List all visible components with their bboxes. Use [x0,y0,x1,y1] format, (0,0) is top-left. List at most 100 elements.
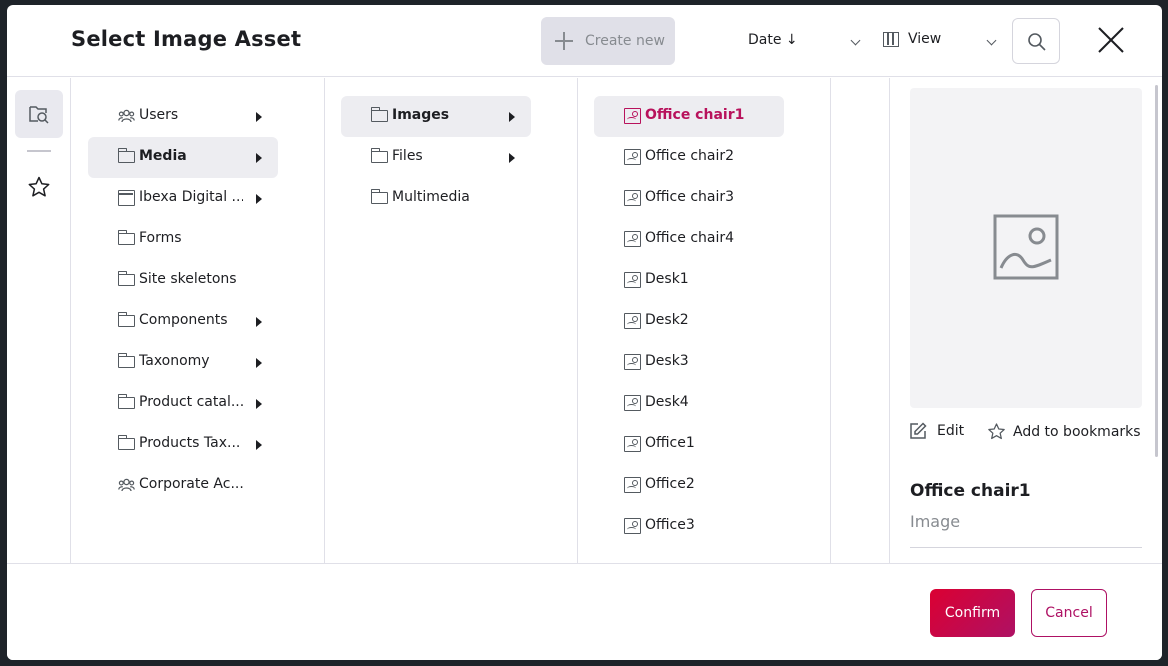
modal-footer: Confirm Cancel [7,563,1162,660]
image-icon [624,108,641,124]
side-rail [7,78,71,563]
view-dropdown[interactable]: View [883,31,941,47]
star-icon [988,423,1005,440]
caret-right-icon [256,399,262,409]
preview-item-name: Office chair1 [910,481,1031,501]
tree-item-label: Desk4 [645,394,689,410]
tree-item[interactable]: Product catal... [88,383,278,424]
search-icon [1028,33,1046,51]
tree-item[interactable]: Desk4 [594,383,784,424]
image-icon [624,395,641,411]
tree-item[interactable]: Products Tax... [88,424,278,465]
modal-header: Select Image Asset Create new Date ↓ Vie… [7,5,1162,77]
tree-item-label: Products Tax... [139,435,241,451]
site-icon [118,190,135,206]
tree-item[interactable]: Office chair2 [594,137,784,178]
add-to-bookmarks-label: Add to bookmarks [1013,423,1141,440]
tree-item-label: Users [139,107,179,123]
caret-right-icon [509,112,515,122]
tree-item[interactable]: Files [341,137,531,178]
chevron-down-icon[interactable] [986,35,997,46]
preview-divider [910,547,1142,548]
tree-item[interactable]: Forms [88,219,278,260]
sort-dropdown[interactable]: Date ↓ [748,32,798,48]
users-group-icon [118,477,135,493]
create-new-button[interactable]: Create new [541,17,675,65]
tree-item[interactable]: Desk1 [594,260,784,301]
chevron-down-icon[interactable] [850,35,861,46]
image-icon [624,477,641,493]
image-placeholder [910,88,1142,408]
cancel-button[interactable]: Cancel [1031,589,1107,637]
bookmarks-tab[interactable] [27,175,51,203]
search-button[interactable] [1012,18,1060,64]
tree-item-label: Corporate Ac... [139,476,243,492]
close-button[interactable] [1096,25,1126,55]
edit-button[interactable]: Edit [909,422,964,440]
tree-column-2: Images Files Multimedia [325,78,578,563]
preview-item-type: Image [910,512,961,531]
tree-item[interactable]: Office chair3 [594,178,784,219]
add-to-bookmarks-button[interactable]: Add to bookmarks [987,422,1141,441]
tree-item-label: Images [392,107,450,123]
create-new-label: Create new [585,33,665,49]
tree-item-label: Office chair3 [645,189,735,205]
browse-tab[interactable] [15,90,63,138]
tree-item-label: Office chair1 [645,107,745,123]
tree-item[interactable]: Taxonomy [88,342,278,383]
tree-item[interactable]: Media [88,137,278,178]
users-group-icon [118,108,135,124]
tree-item[interactable]: Office chair4 [594,219,784,260]
tree-item-label: Desk3 [645,353,689,369]
caret-right-icon [256,358,262,368]
image-icon [624,313,641,329]
search-browse-icon [29,106,49,124]
tree-item-label: Files [392,148,423,164]
tree-item[interactable]: Users [88,96,278,137]
folder-icon [117,353,135,368]
image-placeholder-icon [993,214,1059,280]
tree-item[interactable]: Site skeletons [88,260,278,301]
image-icon [624,231,641,247]
edit-icon [910,422,927,439]
star-icon [28,176,50,197]
caret-right-icon [256,153,262,163]
image-icon [624,190,641,206]
tree-item[interactable]: Desk3 [594,342,784,383]
columns-icon [883,31,899,47]
folder-icon [117,435,135,450]
folder-icon [117,230,135,245]
tree-item-label: Components [139,312,228,328]
tree-item[interactable]: Office3 [594,506,784,547]
image-icon [624,354,641,370]
caret-right-icon [256,112,262,122]
tree-item-label: Product catal... [139,394,243,410]
tree-item[interactable]: Ibexa Digital ... [88,178,278,219]
caret-right-icon [509,153,515,163]
tree-item[interactable]: Corporate Ac... [88,465,278,506]
tree-item[interactable]: Office1 [594,424,784,465]
preview-scrollbar[interactable] [1155,85,1158,457]
tree-item[interactable]: Components [88,301,278,342]
tree-item-label: Taxonomy [139,353,210,369]
tree-item[interactable]: Desk2 [594,301,784,342]
tree-item[interactable]: Multimedia [341,178,531,219]
tree-item[interactable]: Office2 [594,465,784,506]
confirm-button[interactable]: Confirm [930,589,1015,637]
folder-icon [370,148,388,163]
folder-icon [370,189,388,204]
close-icon [1098,27,1124,53]
folder-icon [117,271,135,286]
tree-item-label: Ibexa Digital ... [139,189,243,205]
tree-item-label: Desk1 [645,271,689,287]
tree-column-1: Users Media Ibexa Digital ... Forms Site ske… [72,78,325,563]
plus-icon [555,32,573,50]
tree-item[interactable]: Office chair1 [594,96,784,137]
tree-column-3: Office chair1 Office chair2 Office chair3 O… [578,78,831,563]
folder-icon [117,312,135,327]
preview-panel: Edit Add to bookmarks Office chair1 Imag… [890,78,1162,563]
tree-item[interactable]: Images [341,96,531,137]
folder-icon [117,394,135,409]
rail-divider [27,150,51,152]
tree-item-label: Desk2 [645,312,689,328]
